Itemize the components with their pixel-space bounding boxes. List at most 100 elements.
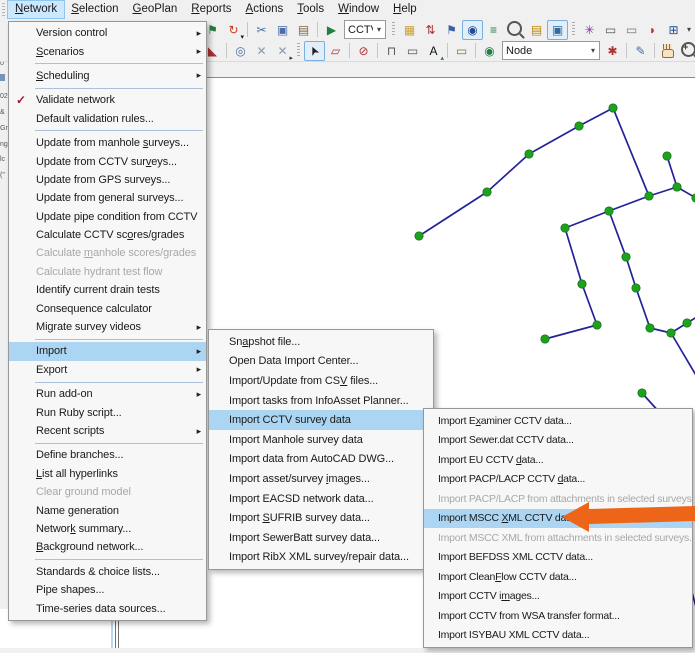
toolbar-grip[interactable] [297, 43, 300, 58]
network-node[interactable] [672, 182, 682, 192]
pick-node-icon[interactable]: ✱ [602, 41, 623, 61]
menu-item-import-sewerbatt-survey-data[interactable]: Import SewerBatt survey data... [209, 528, 433, 548]
menubar-item-window[interactable]: Window [331, 1, 386, 18]
menu-item-network-summary[interactable]: Network summary... [9, 520, 206, 538]
zoom-in-icon[interactable] [681, 42, 695, 57]
network-node[interactable] [414, 231, 424, 241]
grid-table-icon[interactable]: ⊞ [663, 20, 684, 40]
menu-item-recent-scripts[interactable]: Recent scripts ▸ [9, 422, 206, 440]
pan-icon[interactable] [662, 44, 674, 58]
menu-item-background-network[interactable]: Background network... [9, 538, 206, 556]
network-node[interactable] [540, 334, 550, 344]
pipe-join-icon[interactable]: ⊓ [381, 41, 402, 61]
menu-item-import-pacp-lacp-cctv-data[interactable]: Import PACP/LACP CCTV data... [424, 470, 692, 490]
menu-item-import-cctv-survey-data[interactable]: Import CCTV survey data▸ [209, 410, 433, 430]
menubar-item-help[interactable]: Help [386, 1, 424, 18]
new-network-icon[interactable]: ✳ [579, 20, 600, 40]
map-window-icon[interactable]: ▣ [547, 19, 568, 40]
object-type-combo[interactable]: Node ▾ [502, 41, 600, 60]
menubar-item-reports[interactable]: Reports [184, 1, 238, 18]
network-node[interactable] [631, 283, 641, 293]
layers-icon[interactable]: ≡ [483, 20, 504, 40]
network-node[interactable] [574, 121, 584, 131]
network-node[interactable] [644, 191, 654, 201]
select-tool-icon[interactable]: ➤ [304, 40, 325, 61]
menu-item-update-from-cctv-surveys[interactable]: Update from CCTV surveys... [9, 152, 206, 170]
menu-item-import-cctv-images[interactable]: Import CCTV images... [424, 587, 692, 607]
chevron-down-icon[interactable]: ▾ [587, 46, 599, 55]
menu-item-default-validation-rules[interactable]: Default validation rules... [9, 110, 206, 128]
labels-icon[interactable]: A ▴ [423, 41, 444, 62]
network-node[interactable] [524, 149, 534, 159]
cctv-combo[interactable]: CCTV▾ [344, 20, 386, 39]
menu-item-update-from-gps-surveys[interactable]: Update from GPS surveys... [9, 171, 206, 189]
menu-item-list-all-hyperlinks[interactable]: List all hyperlinks [9, 465, 206, 483]
chevron-down-icon[interactable]: ▾ [373, 25, 385, 34]
menubar-item-geoplan[interactable]: GeoPlan [126, 1, 185, 18]
toolbar-grip[interactable] [392, 22, 395, 37]
menu-item-import-cleanflow-cctv-data[interactable]: Import CleanFlow CCTV data... [424, 567, 692, 587]
flag-blue-icon[interactable]: ⚑ [441, 20, 462, 40]
menu-item-import-examiner-cctv-data[interactable]: Import Examiner CCTV data... [424, 411, 692, 431]
network-node[interactable] [645, 323, 655, 333]
network-node[interactable] [577, 279, 587, 289]
menu-item-import-cctv-from-wsa-transfer-format[interactable]: Import CCTV from WSA transfer format... [424, 606, 692, 626]
menu-item-snapshot-file[interactable]: Snapshot file... [209, 332, 433, 352]
survey-print-icon[interactable]: ▭ [402, 41, 423, 61]
find-icon[interactable] [507, 21, 522, 36]
menu-item-version-control[interactable]: Version control ▸ [9, 24, 206, 42]
merge-icon[interactable]: ◎ [230, 41, 251, 61]
menubar-item-tools[interactable]: Tools [290, 1, 331, 18]
network-node[interactable] [666, 328, 676, 338]
menu-item-define-branches[interactable]: Define branches... [9, 446, 206, 464]
deselect-icon[interactable]: ⊘ [353, 41, 374, 61]
network-node[interactable] [621, 252, 631, 262]
menu-item-import-befdss-xml-cctv-data[interactable]: Import BEFDSS XML CCTV data... [424, 548, 692, 568]
menubar-item-selection[interactable]: Selection [64, 1, 125, 18]
notes-icon[interactable]: ▤ [526, 20, 547, 40]
menu-item-update-from-manhole-surveys[interactable]: Update from manhole surveys... [9, 134, 206, 152]
ruler-icon[interactable]: ▭ [451, 41, 472, 61]
delete-icon[interactable]: ✕ [251, 41, 272, 61]
menubar-item-network[interactable]: Network [6, 0, 66, 19]
menu-item-name-generation[interactable]: Name generation [9, 501, 206, 519]
menu-item-calculate-cctv-scores-grades[interactable]: Calculate CCTV scores/grades [9, 226, 206, 244]
menu-item-import-data-from-autocad-dwg[interactable]: Import data from AutoCAD DWG... [209, 450, 433, 470]
menu-item-import-sufrib-survey-data[interactable]: Import SUFRIB survey data... [209, 508, 433, 528]
network-node[interactable] [604, 206, 614, 216]
theme-graph-icon[interactable]: ◗ [642, 20, 663, 40]
copy-icon[interactable]: ▣ [272, 20, 293, 40]
menu-item-consequence-calculator[interactable]: Consequence calculator [9, 299, 206, 317]
network-node[interactable] [608, 103, 618, 113]
menu-item-import-sewer-dat-cctv-data[interactable]: Import Sewer.dat CCTV data... [424, 431, 692, 451]
menu-item-update-from-general-surveys[interactable]: Update from general surveys... [9, 189, 206, 207]
brush-icon[interactable]: ✎ [630, 41, 651, 61]
menu-item-open-data-import-center[interactable]: Open Data Import Center... [209, 352, 433, 372]
toolbar-overflow-dropdown[interactable]: ▾ [684, 25, 694, 34]
menu-item-import-asset-survey-images[interactable]: Import asset/survey images... [209, 469, 433, 489]
cut-icon[interactable]: ✂ [251, 20, 272, 40]
goto-flag-icon[interactable]: ▶ [321, 20, 342, 40]
menu-item-update-pipe-condition-from-cctv[interactable]: Update pipe condition from CCTV [9, 208, 206, 226]
menu-item-standards-choice-lists[interactable]: Standards & choice lists... [9, 563, 206, 581]
menu-item-import-tasks-from-infoasset-planner[interactable]: Import tasks from InfoAsset Planner... [209, 391, 433, 411]
menubar-item-actions[interactable]: Actions [239, 1, 291, 18]
network-node[interactable] [637, 388, 647, 398]
sync-version-icon[interactable]: ↻ ▾ [223, 20, 244, 41]
menu-item-import-eu-cctv-data[interactable]: Import EU CCTV data... [424, 450, 692, 470]
menu-item-scheduling[interactable]: Scheduling ▸ [9, 67, 206, 85]
commit-icon[interactable]: ◉ [462, 19, 483, 40]
menu-item-import-mscc-xml-cctv-data[interactable]: Import MSCC XML CCTV data... [424, 508, 692, 528]
menu-item-pipe-shapes[interactable]: Pipe shapes... [9, 581, 206, 599]
network-node[interactable] [560, 223, 570, 233]
menu-item-import-eacsd-network-data[interactable]: Import EACSD network data... [209, 489, 433, 509]
menu-item-identify-current-drain-tests[interactable]: Identify current drain tests [9, 281, 206, 299]
paste-icon[interactable]: ▤ [293, 20, 314, 40]
menu-item-run-ruby-script[interactable]: Run Ruby script... [9, 403, 206, 421]
network-node[interactable] [482, 187, 492, 197]
menu-item-run-add-on[interactable]: Run add-on ▸ [9, 385, 206, 403]
menu-item-validate-network[interactable]: ✓ Validate network [9, 91, 206, 109]
print-icon[interactable]: ▭ [621, 20, 642, 40]
menu-item-import-ribx-xml-survey-repair-data[interactable]: Import RibX XML survey/repair data... [209, 548, 433, 568]
menu-item-migrate-survey-videos[interactable]: Migrate survey videos ▸ [9, 318, 206, 336]
